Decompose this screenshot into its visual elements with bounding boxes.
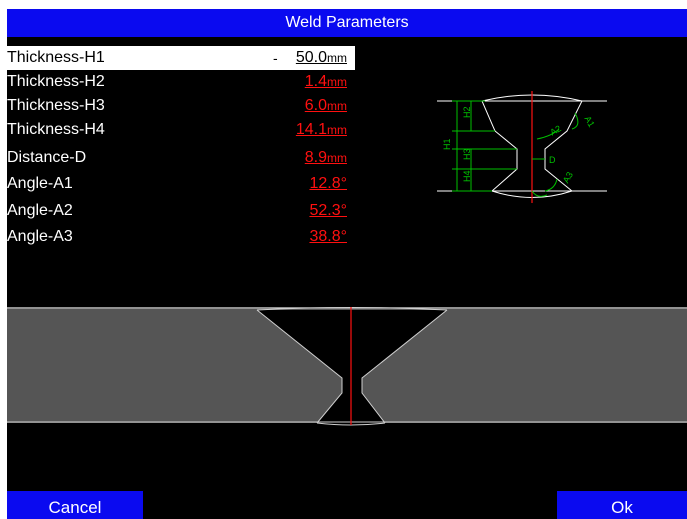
param-row-thickness-h1[interactable]: Thickness-H1 - 50.0mm bbox=[7, 46, 355, 70]
param-label: Angle-A3 bbox=[7, 228, 73, 245]
weld-parameters-screen: Weld Parameters Thickness-H1 - 50.0mm Th… bbox=[7, 9, 687, 519]
cancel-button[interactable]: Cancel bbox=[7, 491, 143, 519]
weld-cross-section bbox=[7, 307, 687, 426]
a1-label: A1 bbox=[583, 114, 597, 129]
param-value[interactable]: 52.3° bbox=[309, 199, 347, 223]
param-label: Angle-A1 bbox=[7, 175, 73, 192]
param-label: Thickness-H3 bbox=[7, 97, 105, 114]
edit-caret-icon: - bbox=[273, 50, 278, 66]
param-label: Angle-A2 bbox=[7, 202, 73, 219]
ok-button[interactable]: Ok bbox=[557, 491, 687, 519]
a3-label: A3 bbox=[561, 170, 575, 185]
param-label: Distance-D bbox=[7, 149, 87, 166]
d-label: D bbox=[549, 155, 556, 165]
param-label: Thickness-H1 bbox=[7, 49, 105, 66]
param-row-distance-d[interactable]: Distance-D 8.9mm bbox=[7, 146, 355, 170]
page-title: Weld Parameters bbox=[7, 9, 687, 37]
h3-label: H3 bbox=[462, 148, 472, 160]
param-row-angle-a3[interactable]: Angle-A3 38.8° bbox=[7, 225, 355, 249]
param-value[interactable]: 6.0mm bbox=[305, 94, 347, 118]
h1-label: H1 bbox=[442, 138, 452, 150]
param-value[interactable]: 12.8° bbox=[309, 172, 347, 196]
param-value[interactable]: 50.0mm bbox=[296, 46, 347, 70]
h4-label: H4 bbox=[462, 170, 472, 182]
param-value[interactable]: 1.4mm bbox=[305, 70, 347, 94]
param-label: Thickness-H2 bbox=[7, 73, 105, 90]
param-row-thickness-h2[interactable]: Thickness-H2 1.4mm bbox=[7, 70, 355, 94]
param-value[interactable]: 14.1mm bbox=[296, 118, 347, 142]
param-value[interactable]: 8.9mm bbox=[305, 146, 347, 170]
param-row-angle-a2[interactable]: Angle-A2 52.3° bbox=[7, 199, 355, 223]
param-row-angle-a1[interactable]: Angle-A1 12.8° bbox=[7, 172, 355, 196]
param-label: Thickness-H4 bbox=[7, 121, 105, 138]
h2-label: H2 bbox=[462, 106, 472, 118]
param-row-thickness-h4[interactable]: Thickness-H4 14.1mm bbox=[7, 118, 355, 142]
param-value[interactable]: 38.8° bbox=[309, 225, 347, 249]
param-row-thickness-h3[interactable]: Thickness-H3 6.0mm bbox=[7, 94, 355, 118]
weld-reference-diagram: H1 H2 H3 H4 D A1 A2 A3 bbox=[437, 91, 607, 203]
